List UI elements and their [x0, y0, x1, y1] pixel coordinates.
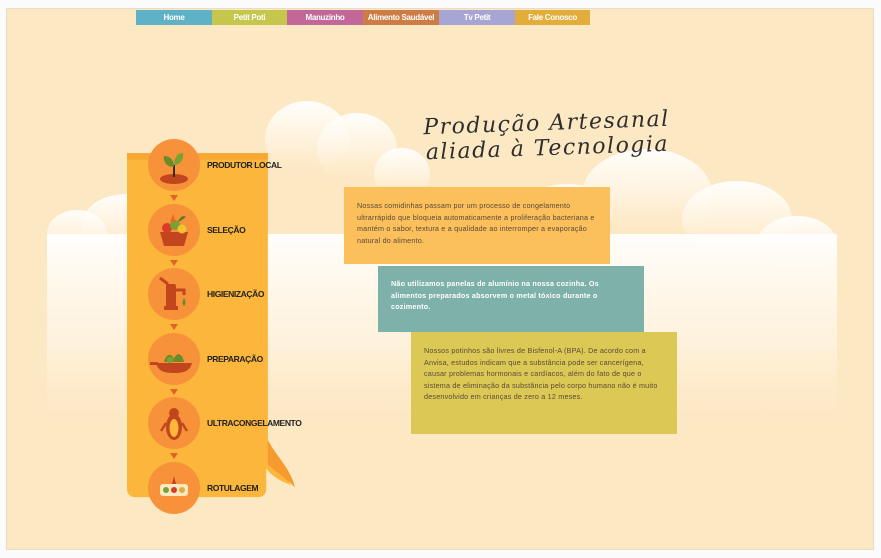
- info-box-congelamento: Nossas comidinhas passam por um processo…: [344, 187, 610, 264]
- step-preparacao: PREPARAÇÃO: [148, 333, 298, 389]
- down-arrow-icon: [170, 195, 178, 201]
- step-label: ULTRACONGELAMENTO: [207, 418, 302, 428]
- nav-home[interactable]: Home: [136, 10, 212, 25]
- down-arrow-icon: [170, 324, 178, 330]
- down-arrow-icon: [170, 453, 178, 459]
- step-label: PRODUTOR LOCAL: [207, 160, 282, 170]
- step-higienizacao: HIGIENIZAÇÃO: [148, 268, 298, 324]
- step-rotulagem: ROTULAGEM: [148, 462, 298, 518]
- page: Home Petit Poti Manuzinho Alimento Saudá…: [6, 8, 874, 550]
- nav-fale-conosco[interactable]: Fale Conosco: [515, 10, 590, 25]
- nav-manuzinho[interactable]: Manuzinho: [287, 10, 363, 25]
- vegetable-basket-icon: [148, 204, 200, 256]
- nav-alimento-saudavel[interactable]: Alimento Saudável: [363, 10, 439, 25]
- info-box-aluminio: Não utilizamos panelas de alumínio na no…: [378, 266, 644, 332]
- page-title: Produção Artesanal aliada à Tecnologia: [406, 106, 688, 166]
- main-nav: Home Petit Poti Manuzinho Alimento Saudá…: [136, 10, 590, 25]
- petit-poti-label-icon: [148, 462, 200, 514]
- sprout-icon: [148, 139, 200, 191]
- down-arrow-icon: [170, 389, 178, 395]
- down-arrow-icon: [170, 260, 178, 266]
- step-label: PREPARAÇÃO: [207, 354, 263, 364]
- step-produtor-local: PRODUTOR LOCAL: [148, 139, 298, 195]
- step-selecao: SELEÇÃO: [148, 204, 298, 260]
- nav-petit-poti[interactable]: Petit Poti: [212, 10, 287, 25]
- water-pump-icon: [148, 268, 200, 320]
- step-label: HIGIENIZAÇÃO: [207, 289, 265, 299]
- step-label: SELEÇÃO: [207, 225, 246, 235]
- info-box-bisfenol: Nossos potinhos são livres de Bisfenol-A…: [411, 332, 677, 434]
- step-label: ROTULAGEM: [207, 483, 259, 493]
- penguin-icon: [148, 397, 200, 449]
- cooking-pan-icon: [148, 333, 200, 385]
- step-ultracongelamento: ULTRACONGELAMENTO: [148, 397, 302, 453]
- nav-tv-petit[interactable]: Tv Petit: [439, 10, 515, 25]
